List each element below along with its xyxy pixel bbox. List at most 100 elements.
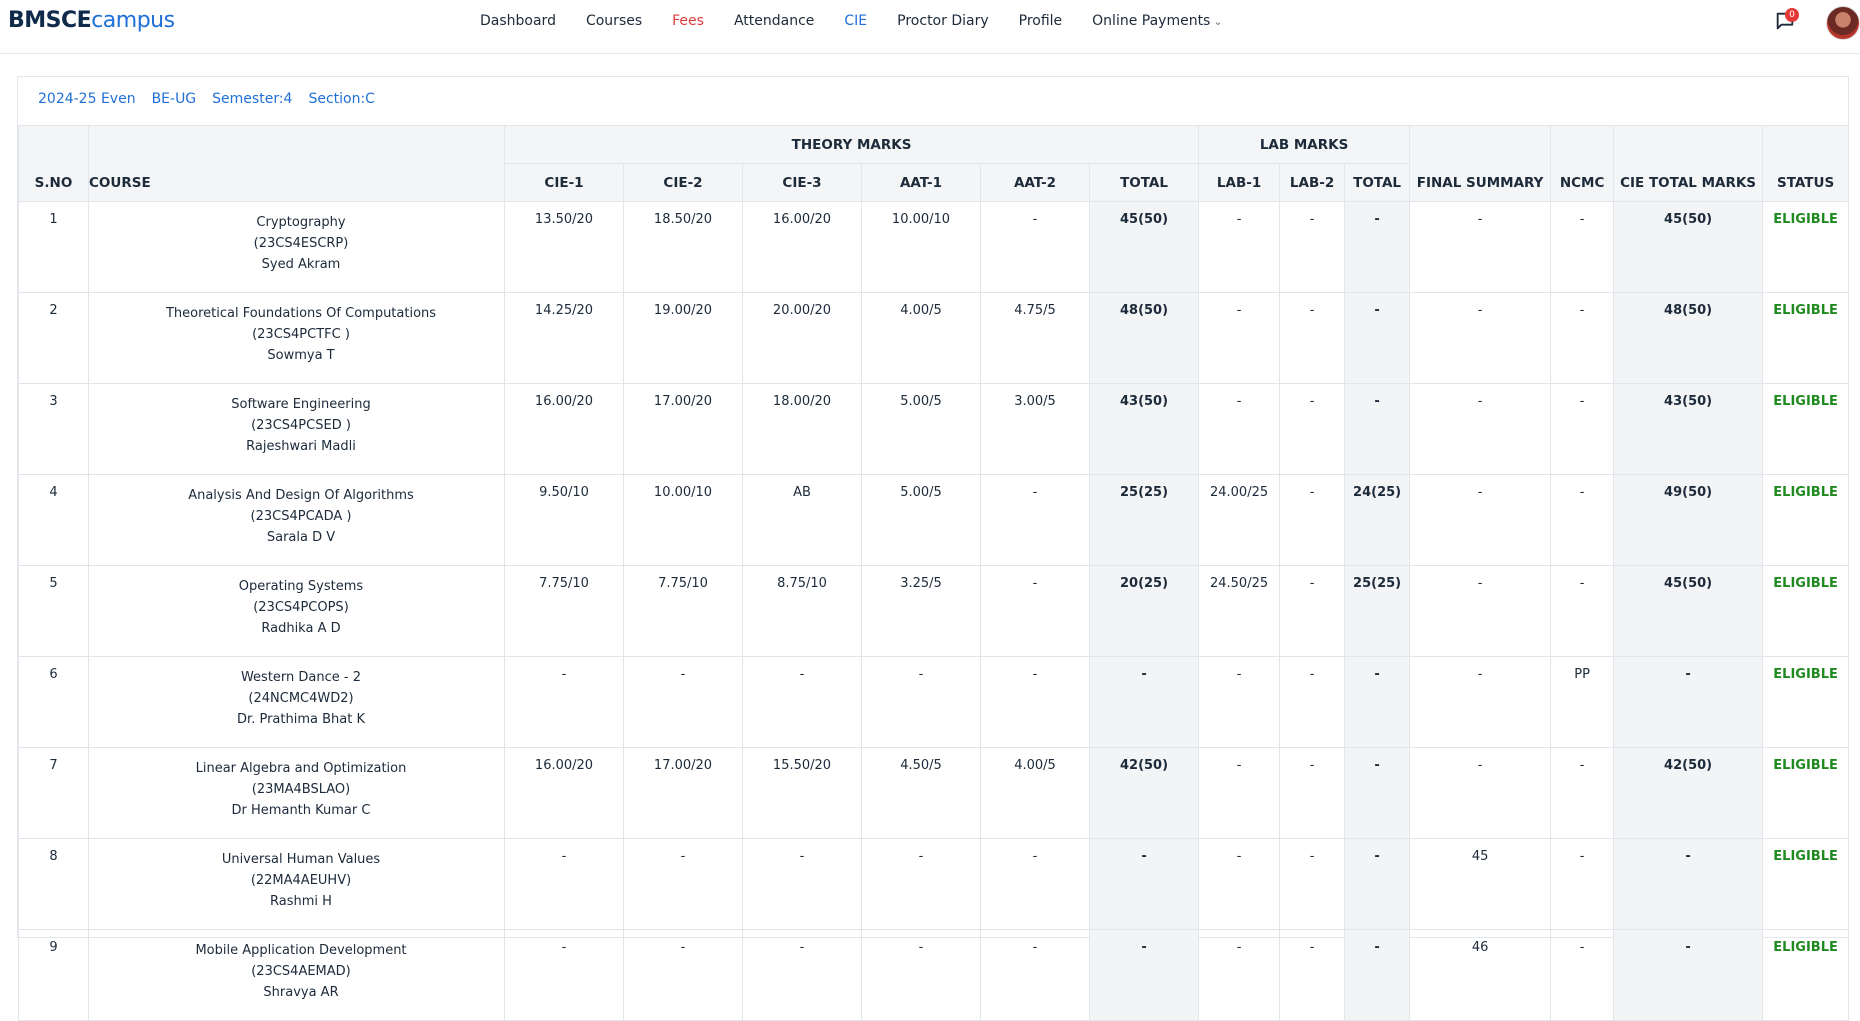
cell-cie3: 16.00/20 xyxy=(742,201,862,293)
course-code: (22MA4AEUHV) xyxy=(250,873,352,888)
nav-cie[interactable]: CIE xyxy=(844,13,867,29)
course-cell: Theoretical Foundations Of Computations (… xyxy=(88,292,505,384)
cell-aat1: 4.50/5 xyxy=(861,747,981,839)
header-aat1: AAT-1 xyxy=(861,163,981,202)
course-teacher: Rajeshwari Madli xyxy=(246,439,356,454)
nav-online-payments[interactable]: Online Payments ⌄ xyxy=(1092,13,1222,29)
course-cell: Western Dance - 2 (24NCMC4WD2) Dr. Prathim… xyxy=(88,656,505,748)
filter-program[interactable]: BE-UG xyxy=(152,91,197,107)
course-name: Software Engineering xyxy=(231,397,371,412)
cell-cie1: 14.25/20 xyxy=(504,292,624,384)
cell-labtotal: - xyxy=(1344,838,1411,930)
nav-dashboard[interactable]: Dashboard xyxy=(480,13,556,29)
cell-cietotal: 45(50) xyxy=(1613,201,1764,293)
header-status: STATUS xyxy=(1762,125,1850,202)
cell-status: ELIGIBLE xyxy=(1762,747,1850,839)
cell-labtotal: - xyxy=(1344,929,1411,1021)
course-teacher: Dr Hemanth Kumar C xyxy=(231,803,371,818)
cell-lab1: 24.00/25 xyxy=(1198,474,1281,566)
cell-sno: 2 xyxy=(18,292,89,384)
cell-total: 43(50) xyxy=(1088,383,1200,475)
cell-cie1: 13.50/20 xyxy=(504,201,624,293)
nav-fees[interactable]: Fees xyxy=(672,13,704,29)
cell-ncmc: - xyxy=(1550,747,1615,839)
course-cell: Software Engineering (23CS4PCSED ) Rajeshw… xyxy=(88,383,505,475)
cell-cie2: - xyxy=(623,838,743,930)
nav-attendance[interactable]: Attendance xyxy=(734,13,814,29)
filter-semester[interactable]: Semester:4 xyxy=(212,91,292,107)
cell-sno: 4 xyxy=(18,474,89,566)
cell-sno: 3 xyxy=(18,383,89,475)
cell-cietotal: - xyxy=(1613,929,1764,1021)
cell-aat1: - xyxy=(861,838,981,930)
cell-lab2: - xyxy=(1279,929,1346,1021)
nav-proctor-diary[interactable]: Proctor Diary xyxy=(897,13,988,29)
header-ncmc: NCMC xyxy=(1550,125,1615,202)
cell-cie1: - xyxy=(504,656,624,748)
cell-total: - xyxy=(1088,929,1200,1021)
course-cell: Analysis And Design Of Algorithms (23CS4P… xyxy=(88,474,505,566)
course-teacher: Sowmya T xyxy=(267,348,335,363)
cell-lab2: - xyxy=(1279,747,1346,839)
header-cie2: CIE-2 xyxy=(623,163,743,202)
cell-aat1: 5.00/5 xyxy=(861,474,981,566)
table-row: 9 Mobile Application Development (23CS4AEM… xyxy=(18,929,1850,1021)
course-name: Western Dance - 2 xyxy=(240,670,362,685)
cell-cie3: 15.50/20 xyxy=(742,747,862,839)
cell-status: ELIGIBLE xyxy=(1762,292,1850,384)
course-name: Operating Systems xyxy=(238,579,364,594)
table-row: 2 Theoretical Foundations Of Computations… xyxy=(18,292,1850,384)
brand-part2: campus xyxy=(91,8,175,33)
nav-courses[interactable]: Courses xyxy=(586,13,642,29)
cell-cie3: 20.00/20 xyxy=(742,292,862,384)
cell-cie2: - xyxy=(623,656,743,748)
table-row: 3 Software Engineering (23CS4PCSED ) Rajesh… xyxy=(18,383,1850,475)
course-cell: Mobile Application Development (23CS4AEMA… xyxy=(88,929,505,1021)
cell-lab2: - xyxy=(1279,201,1346,293)
course-name: Cryptography xyxy=(256,215,346,230)
cell-labtotal: - xyxy=(1344,383,1411,475)
cell-status: ELIGIBLE xyxy=(1762,383,1850,475)
course-teacher: Shravya AR xyxy=(263,985,339,1000)
cell-sno: 9 xyxy=(18,929,89,1021)
cell-lab2: - xyxy=(1279,292,1346,384)
cell-total: 48(50) xyxy=(1088,292,1200,384)
cell-final: - xyxy=(1409,656,1552,748)
cell-lab1: - xyxy=(1198,383,1281,475)
filter-year[interactable]: 2024-25 Even xyxy=(38,91,136,107)
course-name: Linear Algebra and Optimization xyxy=(195,761,407,776)
cell-final: 46 xyxy=(1409,929,1552,1021)
cell-cie2: 10.00/10 xyxy=(623,474,743,566)
cell-aat2: - xyxy=(980,838,1090,930)
cell-cietotal: 49(50) xyxy=(1613,474,1764,566)
cell-cie2: 17.00/20 xyxy=(623,383,743,475)
cell-lab2: - xyxy=(1279,838,1346,930)
course-teacher: Syed Akram xyxy=(261,257,341,272)
cell-aat1: 3.25/5 xyxy=(861,565,981,657)
cell-ncmc: - xyxy=(1550,474,1615,566)
cell-lab1: - xyxy=(1198,292,1281,384)
cell-aat2: - xyxy=(980,201,1090,293)
header-lab2: LAB-2 xyxy=(1279,163,1346,202)
course-name: Mobile Application Development xyxy=(195,943,407,958)
cell-ncmc: - xyxy=(1550,292,1615,384)
course-code: (23CS4PCOPS) xyxy=(253,600,349,615)
table-row: 6 Western Dance - 2 (24NCMC4WD2) Dr. Prathi… xyxy=(18,656,1850,748)
marks-table-body: 1 Cryptography (23CS4ESCRP) Syed Akram 13.50… xyxy=(18,201,1850,1021)
course-cell: Operating Systems (23CS4PCOPS) Radhika A D xyxy=(88,565,505,657)
cell-labtotal: - xyxy=(1344,747,1411,839)
cell-status: ELIGIBLE xyxy=(1762,656,1850,748)
header-theory-marks: THEORY MARKS xyxy=(503,125,1200,164)
cell-labtotal: 25(25) xyxy=(1344,565,1411,657)
brand-logo[interactable]: BMSCEcampus xyxy=(8,8,175,33)
cell-cie3: - xyxy=(742,838,862,930)
cell-ncmc: - xyxy=(1550,383,1615,475)
cell-final: 45 xyxy=(1409,838,1552,930)
nav-profile[interactable]: Profile xyxy=(1019,13,1063,29)
avatar[interactable] xyxy=(1826,6,1860,40)
filter-section[interactable]: Section:C xyxy=(308,91,375,107)
cell-ncmc: PP xyxy=(1550,656,1615,748)
cell-sno: 8 xyxy=(18,838,89,930)
table-row: 7 Linear Algebra and Optimization (23MA4BS… xyxy=(18,747,1850,839)
course-name: Universal Human Values xyxy=(221,852,381,867)
